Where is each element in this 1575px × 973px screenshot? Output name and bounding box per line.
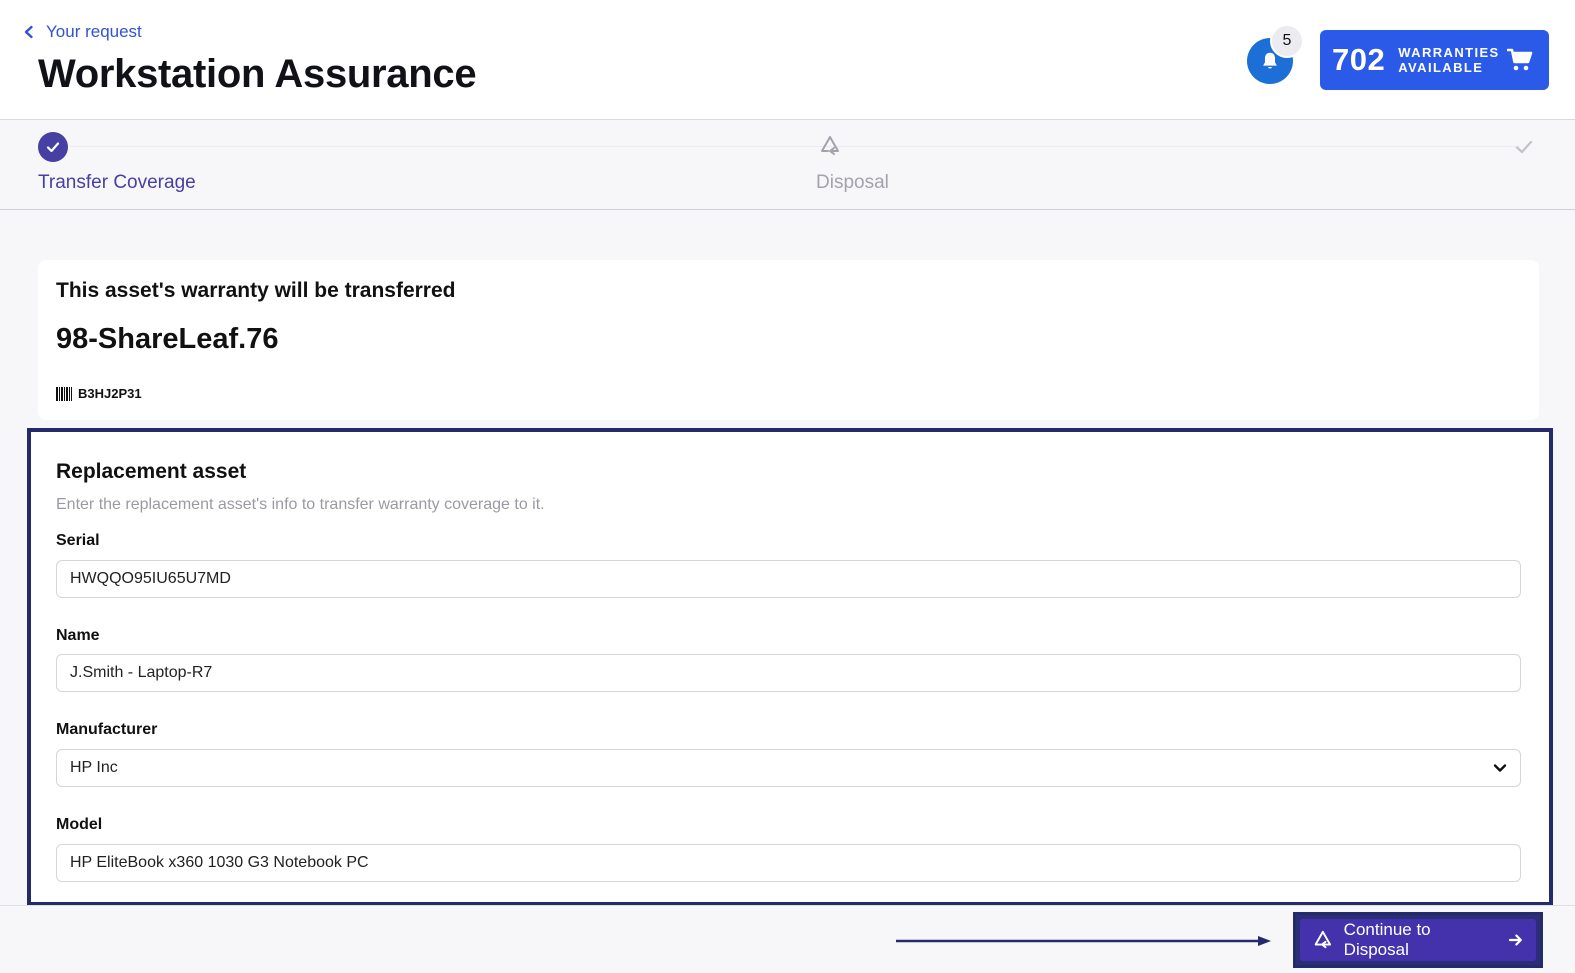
replacement-help-text: Enter the replacement asset's info to tr…: [56, 496, 545, 513]
cart-icon: [1507, 48, 1533, 71]
name-input[interactable]: J.Smith - Laptop-R7: [56, 654, 1521, 692]
replacement-asset-form: Replacement asset Enter the replacement …: [27, 428, 1553, 906]
manufacturer-select[interactable]: HP Inc: [56, 749, 1521, 787]
annotation-arrow: [896, 936, 1271, 946]
chevron-down-icon: [1493, 764, 1507, 772]
continue-to-disposal-button[interactable]: Continue to Disposal: [1300, 919, 1536, 961]
replacement-heading: Replacement asset: [56, 460, 247, 483]
serial-input[interactable]: HWQQO95IU65U7MD: [56, 560, 1521, 598]
step-complete-icon: [38, 132, 68, 162]
warranties-available-button[interactable]: 702 WARRANTIES AVAILABLE: [1320, 30, 1549, 90]
serial-label: Serial: [56, 532, 100, 549]
name-label: Name: [56, 627, 100, 644]
chevron-left-icon: [24, 25, 33, 39]
recycle-icon: [821, 136, 839, 155]
asset-tag: B3HJ2P31: [56, 386, 142, 401]
manufacturer-label: Manufacturer: [56, 721, 158, 738]
page-title: Workstation Assurance: [38, 52, 477, 96]
check-icon: [1515, 140, 1533, 154]
back-link[interactable]: Your request: [22, 22, 142, 42]
footer-divider: [0, 905, 1575, 906]
stepper-track: [70, 146, 1520, 147]
arrow-right-icon: [1509, 934, 1523, 946]
check-icon: [46, 142, 60, 153]
model-input[interactable]: HP EliteBook x360 1030 G3 Notebook PC: [56, 844, 1521, 882]
warranty-count: 702: [1332, 42, 1386, 77]
continue-highlight: Continue to Disposal: [1293, 912, 1543, 968]
step-transfer-coverage[interactable]: Transfer Coverage: [38, 172, 196, 194]
barcode-icon: [56, 386, 72, 401]
step-disposal[interactable]: Disposal: [816, 172, 889, 194]
current-asset-card: This asset's warranty will be transferre…: [38, 260, 1539, 420]
manufacturer-selected-value: HP Inc: [70, 759, 118, 776]
warranty-label: WARRANTIES AVAILABLE: [1398, 45, 1500, 75]
back-link-label[interactable]: Your request: [46, 22, 142, 42]
progress-stepper: Transfer Coverage Disposal: [0, 120, 1575, 210]
model-label: Model: [56, 816, 103, 833]
current-asset-name: 98-ShareLeaf.76: [56, 323, 279, 355]
recycle-icon: [1314, 930, 1332, 949]
page-header: Your request Workstation Assurance 5 702…: [0, 0, 1575, 120]
asset-tag-value: B3HJ2P31: [78, 386, 142, 401]
continue-label: Continue to Disposal: [1343, 920, 1431, 959]
notification-count-badge: 5: [1272, 26, 1302, 56]
current-asset-heading: This asset's warranty will be transferre…: [56, 279, 456, 302]
